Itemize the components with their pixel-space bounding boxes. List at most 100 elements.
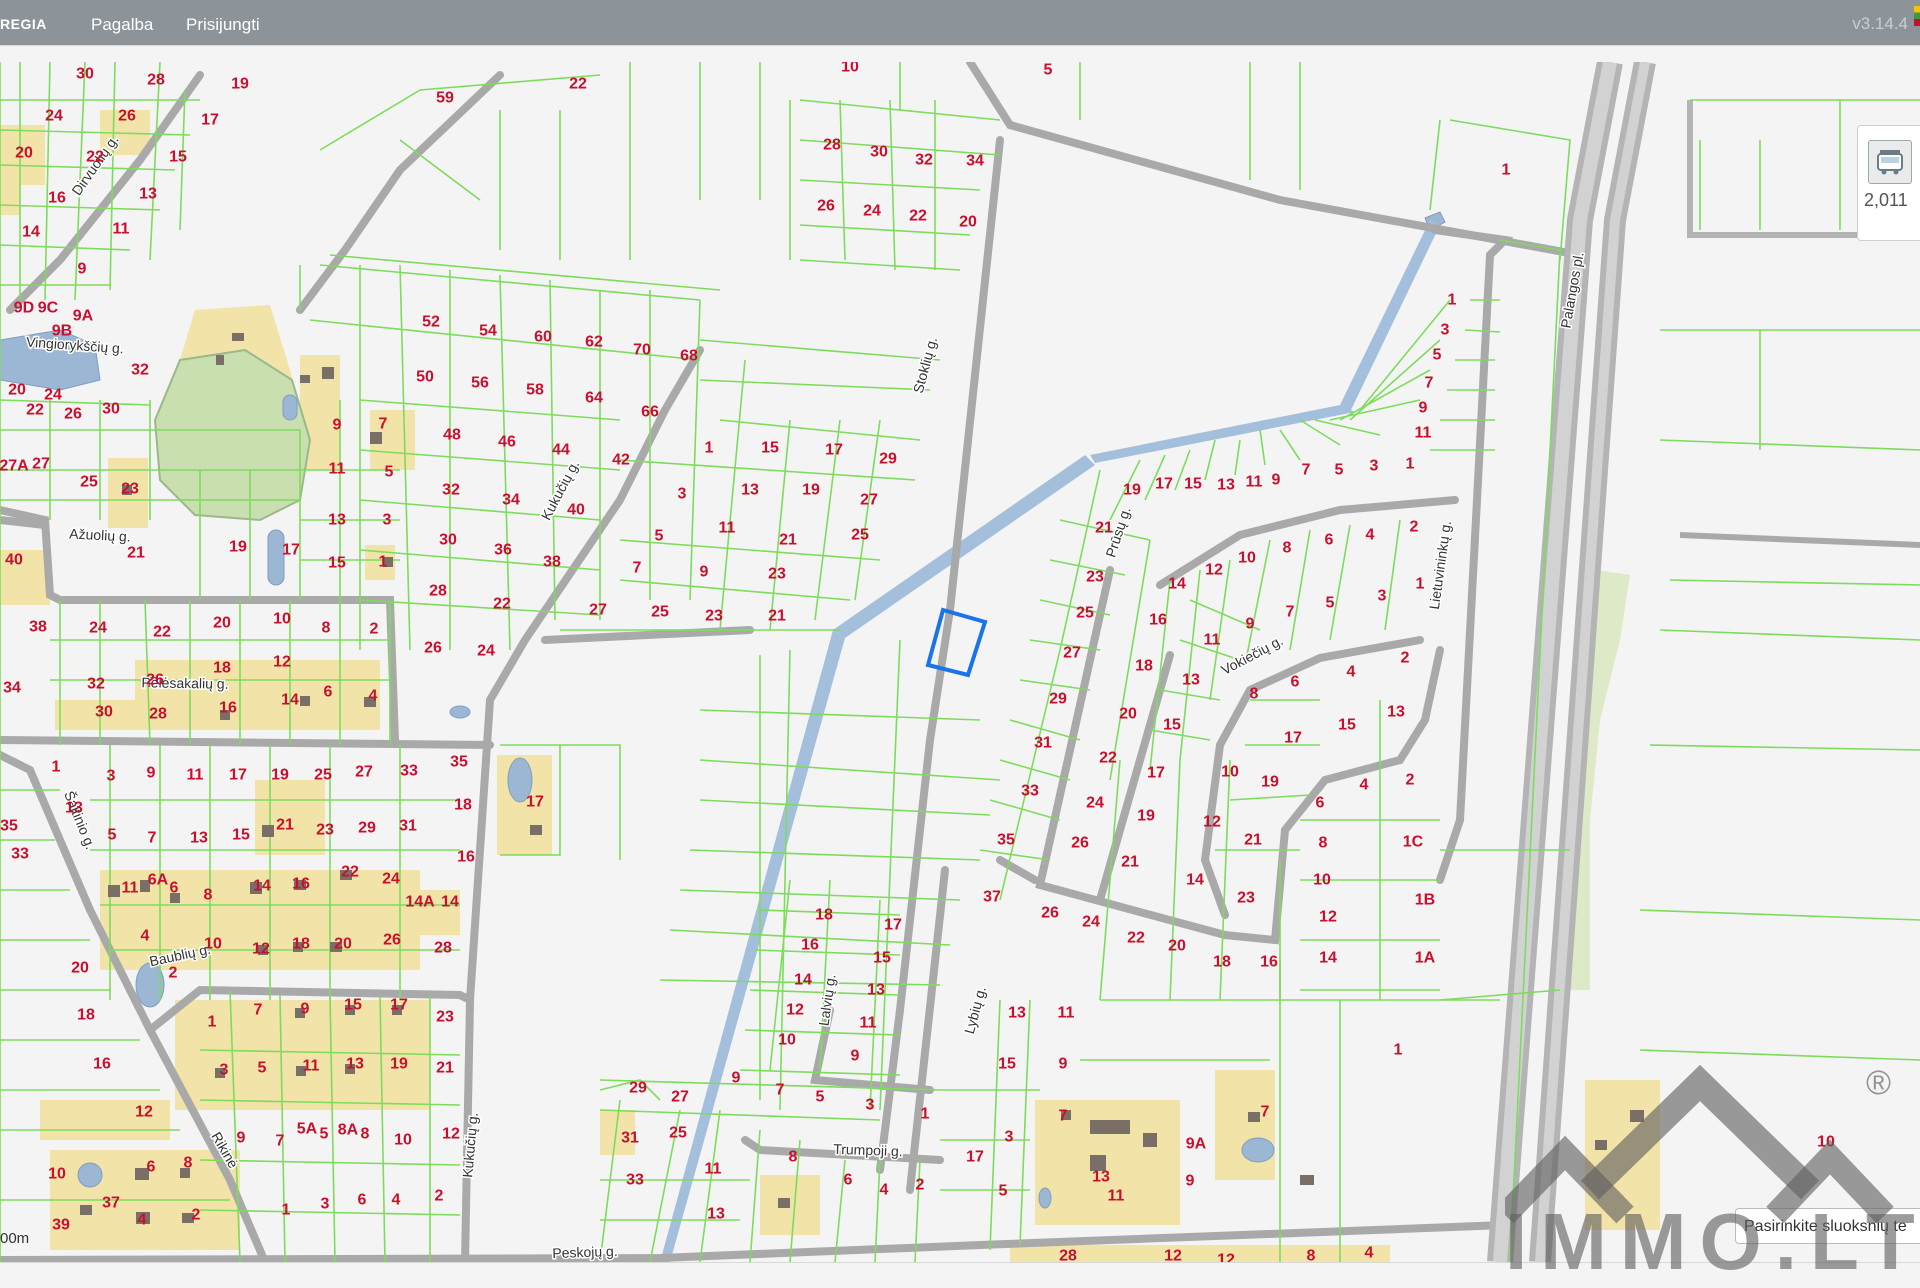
parcel-number-label: 15 <box>232 827 250 844</box>
parcel-number-label: 42 <box>612 452 630 469</box>
parcel-number-label: 8 <box>204 887 213 904</box>
parcel-number-label: 28 <box>1059 1248 1077 1263</box>
app-brand: REGIA <box>0 16 47 32</box>
parcel-number-label: 18 <box>77 1007 95 1024</box>
parcel-number-label: 16 <box>1149 612 1167 629</box>
parcel-number-label: 20 <box>213 615 231 632</box>
street-name-label: Peskojų g. <box>552 1243 618 1261</box>
parcel-number-label: 11 <box>719 520 736 537</box>
street-name-label: Ažuolių g. <box>69 525 131 544</box>
parcel-number-label: 8 <box>1319 835 1328 852</box>
parcel-number-label: 26 <box>1041 905 1059 922</box>
parcel-number-label: 2 <box>1410 519 1419 536</box>
parcel-number-label: 56 <box>471 375 489 392</box>
parcel-number-label: 2 <box>1401 650 1410 667</box>
parcel-number-label: 21 <box>1244 832 1262 849</box>
parcel-number-label: 7 <box>254 1002 263 1019</box>
parcel-number-label: 35 <box>450 754 468 771</box>
parcel-number-label: 19 <box>231 76 249 93</box>
parcel-number-label: 7 <box>633 560 642 577</box>
parcel-number-label: 4 <box>1360 777 1369 794</box>
parcel-number-label: 32 <box>915 152 933 169</box>
parcel-number-label: 25 <box>80 474 98 491</box>
parcel-number-label: 11 <box>1415 425 1432 442</box>
parcel-number-label: 24 <box>477 643 495 660</box>
parcel-number-label: 66 <box>641 404 659 421</box>
parcel-number-label: 13 <box>1092 1169 1110 1186</box>
parcel-number-label: 5 <box>816 1089 825 1106</box>
parcel-number-label: 12 <box>1203 814 1221 831</box>
parcel-number-label: 13 <box>867 982 885 999</box>
parcel-number-label: 20 <box>15 145 33 162</box>
help-link[interactable]: Pagalba <box>91 15 153 35</box>
bus-icon[interactable] <box>1868 140 1912 184</box>
parcel-number-label: 27 <box>355 764 373 781</box>
parcel-number-label: 2 <box>916 1177 925 1194</box>
parcel-number-label: 22 <box>153 624 171 641</box>
parcel-number-label: 4 <box>141 928 150 945</box>
parcel-number-label: 31 <box>399 818 417 835</box>
registered-mark: ® <box>1866 1064 1892 1102</box>
parcel-number-label: 5 <box>108 827 117 844</box>
watermark-text: IMMO.LT <box>1505 1197 1920 1286</box>
parcel-number-label: 13 <box>190 830 208 847</box>
parcel-number-label: 19 <box>802 482 820 499</box>
parcel-number-label: 13 <box>346 1056 364 1073</box>
parcel-number-label: 17 <box>229 767 247 784</box>
parcel-number-label: 36 <box>494 542 512 559</box>
parcel-number-label: 11 <box>113 221 130 238</box>
parcel-number-label: 12 <box>442 1126 460 1143</box>
parcel-number-label: 28 <box>149 706 167 723</box>
parcel-number-label: 10 <box>1238 550 1256 567</box>
parcel-number-label: 7 <box>1302 462 1311 479</box>
parcel-number-label: 44 <box>552 442 570 459</box>
parcel-number-label: 8 <box>322 620 331 637</box>
parcel-number-label: 10 <box>204 936 222 953</box>
parcel-number-label: 25 <box>651 604 669 621</box>
parcel-number-label: 11 <box>1246 474 1263 491</box>
parcel-number-label: 11 <box>860 1015 877 1032</box>
parcel-number-label: 9 <box>333 417 342 434</box>
parcel-number-label: 4 <box>138 1212 147 1229</box>
parcel-number-label: 8 <box>789 1149 798 1166</box>
parcel-number-label: 33 <box>11 846 29 863</box>
parcel-number-label: 13 <box>139 186 157 203</box>
parcel-number-label: 20 <box>1168 938 1186 955</box>
parcel-number-label: 11 <box>329 461 346 478</box>
parcel-number-label: 6 <box>1316 795 1325 812</box>
parcel-number-label: 5 <box>258 1060 267 1077</box>
parcel-number-label: 1 <box>379 554 388 571</box>
parcel-number-label: 48 <box>443 427 461 444</box>
parcel-number-label: 6 <box>1291 674 1300 691</box>
parcel-number-label: 37 <box>983 889 1001 906</box>
parcel-number-label: 18 <box>292 936 310 953</box>
parcel-number-label: 27A <box>0 458 29 475</box>
parcel-number-label: 14 <box>1186 872 1204 889</box>
parcel-number-label: 58 <box>526 382 544 399</box>
parcel-number-label: 24 <box>1086 795 1104 812</box>
parcel-number-label: 17 <box>282 542 300 559</box>
widget-value: 2,011 <box>1864 190 1908 210</box>
parcel-number-label: 21 <box>1121 854 1139 871</box>
parcel-number-label: 18 <box>815 907 833 924</box>
login-link[interactable]: Prisijungti <box>186 15 260 35</box>
parcel-number-label: 10 <box>394 1132 412 1149</box>
parcel-number-label: 14 <box>281 692 299 709</box>
parcel-number-label: 4 <box>392 1192 401 1209</box>
parcel-number-label: 9 <box>147 765 156 782</box>
parcel-number-label: 9D <box>14 300 34 317</box>
parcel-number-label: 19 <box>1123 482 1141 499</box>
parcel-number-label: 3 <box>1370 458 1379 475</box>
parcel-number-label: 2 <box>435 1188 444 1205</box>
language-flag-icon[interactable] <box>1914 6 1920 26</box>
parcel-number-label: 3 <box>107 768 116 785</box>
parcel-number-label: 21 <box>436 1060 454 1077</box>
parcel-number-label: 17 <box>201 112 219 129</box>
parcel-number-label: 27 <box>671 1089 689 1106</box>
parcel-number-label: 10 <box>273 611 291 628</box>
parcel-number-label: 3 <box>321 1196 330 1213</box>
transport-widget[interactable]: 2,011 <box>1857 125 1920 241</box>
parcel-number-label: 9 <box>1186 1173 1195 1190</box>
parcel-number-label: 15 <box>1338 717 1356 734</box>
parcel-number-label: 30 <box>870 144 888 161</box>
